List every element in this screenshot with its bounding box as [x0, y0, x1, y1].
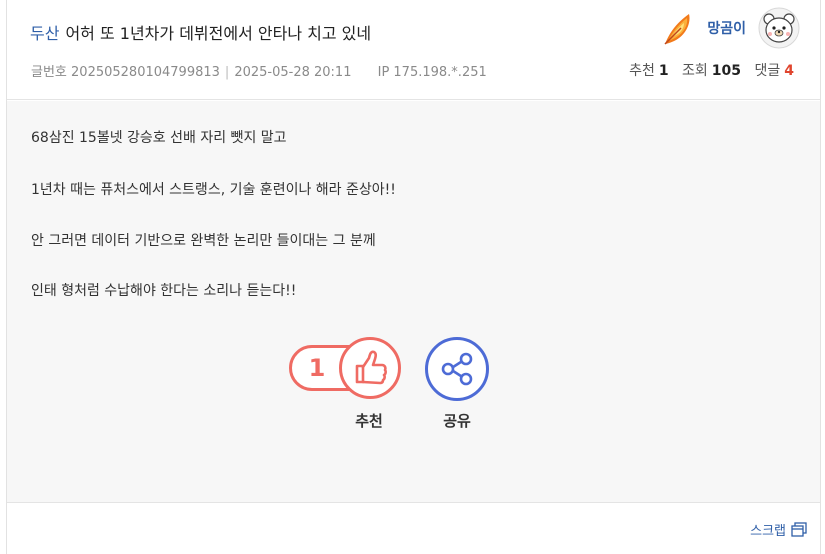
recommend-label: 추천 [355, 412, 383, 430]
post-datetime: 2025-05-28 20:11 [234, 65, 352, 80]
post-id-label: 글번호 [31, 65, 67, 80]
reco-stat-label: 추천 [629, 63, 655, 79]
views-stat-label: 조회 [682, 63, 708, 79]
post-footer: 스크랩 [7, 504, 820, 554]
post-header: 두산 어허 또 1년차가 데뷔전에서 안타나 치고 있네 글번호 20250528… [7, 0, 820, 100]
scrap-label: 스크랩 [750, 524, 786, 539]
meta-divider: | [224, 65, 230, 80]
flame-feather-icon [664, 14, 690, 45]
scrap-window-icon [791, 521, 807, 537]
post-title-text: 어허 또 1년차가 데뷔전에서 안타나 치고 있네 [65, 24, 372, 43]
recommend-button[interactable]: 1 [289, 337, 403, 399]
comments-stat-label[interactable]: 댓글 [754, 63, 780, 79]
share-label: 공유 [443, 412, 471, 430]
author-info: 망곰이 [659, 6, 800, 50]
recommend-count: 1 [308, 354, 326, 382]
author-nickname[interactable]: 망곰이 [707, 18, 746, 38]
post-category[interactable]: 두산 [30, 24, 59, 43]
views-stat-value: 105 [711, 63, 742, 79]
comments-stat-value[interactable]: 4 [784, 63, 794, 79]
post-stats: 추천 1 조회 105 댓글 4 [629, 60, 794, 80]
body-paragraph: 안 그러면 데이터 기반으로 완벽한 논리만 들이대는 그 분께 [31, 233, 376, 249]
post-id: 202505280104799813 [71, 65, 220, 80]
bear-avatar-icon[interactable] [758, 7, 800, 49]
body-paragraph: 1년차 때는 퓨처스에서 스트랭스, 기술 훈련이나 해라 준상아!! [31, 182, 396, 198]
post-ip: IP 175.198.*.251 [377, 65, 487, 80]
body-paragraph: 인태 형처럼 수납해야 한다는 소리나 듣는다!! [31, 283, 297, 299]
share-button[interactable] [425, 337, 489, 401]
post-body: 68삼진 15볼넷 강승호 선배 자리 뺏지 말고 1년차 때는 퓨처스에서 스… [7, 101, 820, 503]
scrap-button[interactable]: 스크랩 [750, 520, 808, 539]
post-title: 두산 어허 또 1년차가 데뷔전에서 안타나 치고 있네 [30, 20, 371, 44]
post-container: 두산 어허 또 1년차가 데뷔전에서 안타나 치고 있네 글번호 20250528… [6, 0, 821, 554]
body-paragraph: 68삼진 15볼넷 강승호 선배 자리 뺏지 말고 [31, 130, 287, 146]
thumbs-up-icon [355, 350, 387, 385]
post-meta: 글번호 202505280104799813 | 2025-05-28 20:11 … [31, 61, 487, 80]
recommend-circle[interactable] [339, 337, 401, 399]
share-icon [441, 352, 473, 386]
reco-stat-value: 1 [658, 63, 669, 79]
